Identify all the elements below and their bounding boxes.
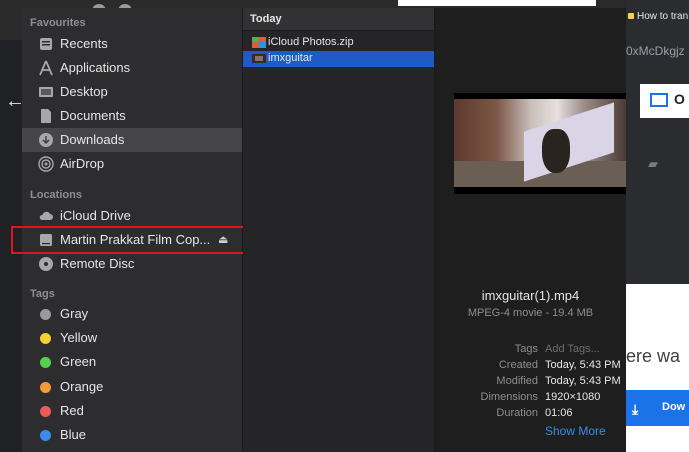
favourites-header: Favourites: [30, 17, 86, 29]
tag-dot-icon: [40, 309, 51, 320]
desktop-icon: [39, 87, 53, 97]
sidebar-tag-yellow[interactable]: Yellow: [22, 326, 242, 350]
sidebar-item-label: Gray: [60, 306, 89, 321]
sidebar-item-applications[interactable]: Applications: [22, 56, 242, 80]
meta-key-created: Created: [498, 359, 538, 371]
thumbnail-guitar: [542, 129, 570, 173]
folder-icon: ▰: [648, 156, 658, 171]
tag-dot-icon: [40, 430, 51, 441]
sidebar-item-documents[interactable]: Documents: [22, 104, 242, 128]
file-name: imxguitar: [268, 52, 313, 64]
sidebar-item-label: Desktop: [60, 84, 108, 99]
sidebar-item-label: Orange: [60, 379, 104, 394]
card-letter: O: [674, 91, 685, 107]
preview-file-kind: MPEG-4 movie - 19.4 MB: [467, 307, 594, 319]
sidebar-item-label: Red: [60, 403, 84, 418]
add-tags-field[interactable]: Add Tags...: [545, 343, 600, 355]
sidebar-tag-gray[interactable]: Gray: [22, 302, 242, 326]
meta-value-created: Today, 5:43 PM: [545, 359, 621, 371]
promo-text: ere wa: [626, 346, 681, 366]
video-thumbnail[interactable]: [454, 93, 626, 194]
file-row-imxguitar[interactable]: imxguitar: [243, 51, 434, 67]
tag-dot-icon: [40, 357, 51, 368]
sidebar-tag-red[interactable]: Red: [22, 399, 242, 423]
file-name: iCloud Photos.zip: [268, 36, 354, 48]
meta-value-dimensions: 1920×1080: [545, 391, 601, 403]
tags-header: Tags: [30, 288, 55, 300]
browser-card[interactable]: O: [640, 84, 689, 118]
file-row-icloud-photos[interactable]: iCloud Photos.zip: [243, 35, 434, 51]
airdrop-icon: [38, 156, 54, 172]
sidebar-item-label: Green: [60, 354, 97, 369]
meta-key-tags: Tags: [514, 343, 538, 355]
preview-file-name: imxguitar(1).mp4: [481, 288, 580, 303]
sidebar-item-label: iCloud Drive: [60, 208, 131, 223]
sidebar-item-label: Documents: [60, 108, 126, 123]
browser-tab[interactable]: [398, 0, 596, 6]
sidebar-item-downloads[interactable]: Downloads: [22, 128, 242, 152]
zip-icon: [252, 37, 266, 48]
meta-value-duration: 01:06: [545, 407, 573, 419]
address-bar-text[interactable]: 0xMcDkgjz: [626, 44, 685, 58]
sidebar-item-label: Applications: [60, 60, 131, 75]
video-icon: [252, 54, 266, 63]
browser-content-panel: [626, 284, 689, 452]
sidebar-tag-orange[interactable]: Orange: [22, 375, 242, 399]
sidebar-item-airdrop[interactable]: AirDrop: [22, 152, 242, 176]
sidebar-item-recents[interactable]: Recents: [22, 32, 242, 56]
sidebar-item-label: AirDrop: [60, 156, 105, 171]
meta-key-modified: Modified: [496, 375, 538, 387]
preview-pane: imxguitar(1).mp4 MPEG-4 movie - 19.4 MB …: [435, 8, 626, 452]
meta-key-dimensions: Dimensions: [480, 391, 538, 403]
tag-dot-icon: [40, 406, 51, 417]
sidebar-item-remote-disc[interactable]: Remote Disc: [22, 252, 242, 276]
sidebar-item-label: Yellow: [60, 330, 98, 345]
locations-header: Locations: [30, 189, 82, 201]
downloads-icon: [39, 133, 53, 147]
sidebar-item-label: Blue: [60, 427, 87, 442]
browser-tab-link[interactable]: How to tran: [628, 11, 688, 22]
meta-value-modified: Today, 5:43 PM: [545, 375, 621, 387]
download-button[interactable]: ⤓ Dow: [626, 390, 689, 426]
sidebar-tag-blue[interactable]: Blue: [22, 423, 242, 447]
film-icon: [650, 93, 668, 107]
download-icon: ⤓: [632, 401, 639, 417]
favicon-icon: [628, 13, 634, 19]
tag-dot-icon: [40, 382, 51, 393]
document-icon: [41, 109, 51, 123]
cloud-icon: [39, 211, 53, 220]
video-frame: [454, 99, 626, 187]
sidebar-item-desktop[interactable]: Desktop: [22, 80, 242, 104]
sidebar-item-icloud-drive[interactable]: iCloud Drive: [22, 204, 242, 228]
sidebar-item-label: Recents: [60, 36, 108, 51]
sidebar-item-label: Remote Disc: [60, 256, 135, 271]
sidebar-tag-green[interactable]: Green: [22, 350, 242, 374]
file-list-column: Today iCloud Photos.zip imxguitar: [243, 8, 435, 452]
column-header: Today: [243, 8, 434, 31]
disc-icon: [39, 257, 53, 271]
meta-key-duration: Duration: [496, 407, 538, 419]
sidebar-item-label: Downloads: [60, 132, 125, 147]
show-more-link[interactable]: Show More: [545, 424, 606, 438]
applications-icon: [39, 60, 53, 76]
tag-dot-icon: [40, 333, 51, 344]
annotation-highlight-box: [11, 226, 260, 254]
clock-icon: [40, 38, 52, 50]
